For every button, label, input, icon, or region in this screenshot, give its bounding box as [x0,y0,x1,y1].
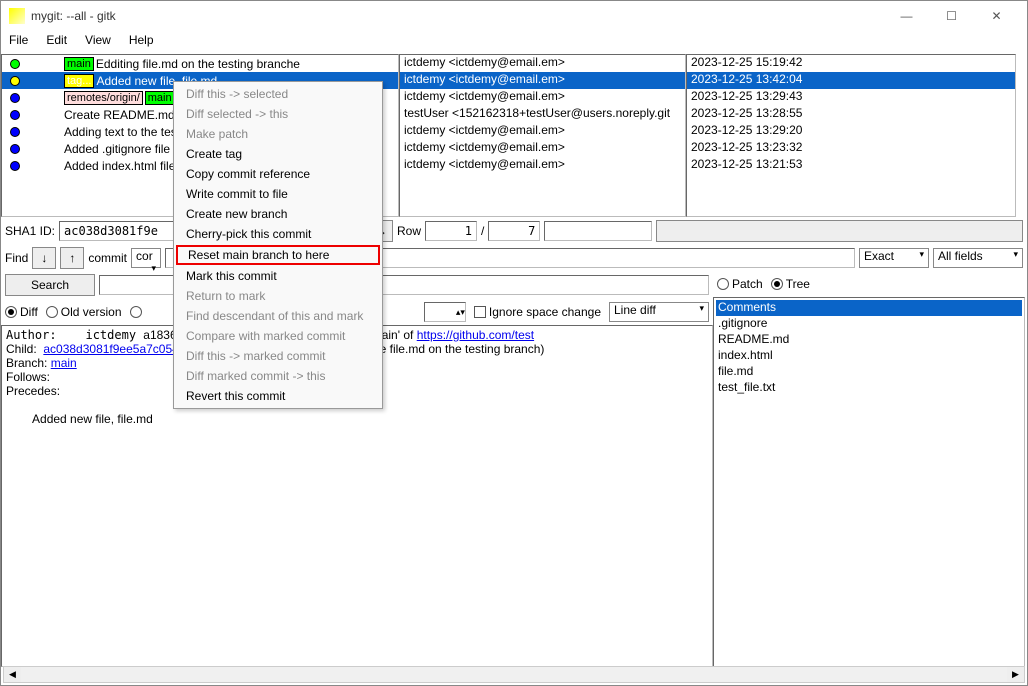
row-label: Row [397,224,421,238]
linediff-select[interactable]: Line diff [609,302,709,322]
author-cell: ictdemy <ictdemy@email.em> [400,123,685,140]
commit-message: Edditing file.md on the testing branche [94,57,398,71]
file-item[interactable]: Comments [716,300,1022,316]
context-menu: Diff this -> selectedDiff selected -> th… [173,81,383,409]
author-cell: ictdemy <ictdemy@email.em> [400,89,685,106]
menu-help[interactable]: Help [129,33,154,51]
ctx-mark-this-commit[interactable]: Mark this commit [174,266,382,286]
date-cell: 2023-12-25 13:42:04 [687,72,1015,89]
ctx-diff-marked-commit-this: Diff marked commit -> this [174,366,382,386]
minimize-button[interactable]: — [884,1,929,31]
ref-badge: main [145,91,175,105]
fields-select[interactable]: All fields [933,248,1023,268]
patch-radio[interactable]: Patch [717,277,763,291]
window-title: mygit: --all - gitk [31,9,884,23]
row-sep: / [481,224,484,238]
horizontal-scrollbar[interactable]: ◀ ▶ [3,666,1025,683]
progress-bar [656,220,1023,242]
ctx-find-descendant-of-this-and-mark: Find descendant of this and mark [174,306,382,326]
find-mode-select[interactable]: cor [131,248,161,268]
scroll-left-icon[interactable]: ◀ [4,667,21,682]
file-list[interactable]: Comments.gitignoreREADME.mdindex.htmlfil… [713,297,1025,667]
menu-file[interactable]: File [9,33,28,51]
file-item[interactable]: index.html [716,348,1022,364]
ctx-compare-with-marked-commit: Compare with marked commit [174,326,382,346]
find-type: commit [88,251,127,265]
ctx-return-to-mark: Return to mark [174,286,382,306]
author-cell: ictdemy <ictdemy@email.em> [400,72,685,89]
url-link[interactable]: https://github.com/test [417,328,534,342]
search-button[interactable]: Search [5,274,95,296]
close-button[interactable]: ✕ [974,1,1019,31]
author-cell: ictdemy <ictdemy@email.em> [400,55,685,72]
ctx-cherry-pick-this-commit[interactable]: Cherry-pick this commit [174,224,382,244]
ignore-space-check[interactable]: Ignore space change [474,305,601,319]
author-cell: testUser <152162318+testUser@users.norep… [400,106,685,123]
row-extra [544,221,652,241]
ctx-diff-selected-this: Diff selected -> this [174,104,382,124]
branch-link[interactable]: main [51,356,77,370]
ref-badge: remotes/origin/ [64,91,143,105]
ref-badge: main [64,57,94,71]
exact-select[interactable]: Exact [859,248,929,268]
date-cell: 2023-12-25 13:28:55 [687,106,1015,123]
file-item[interactable]: test_file.txt [716,380,1022,396]
ref-badge: tag... [64,74,94,88]
tree-radio[interactable]: Tree [771,277,810,291]
date-cell: 2023-12-25 15:19:42 [687,55,1015,72]
menubar: File Edit View Help [1,31,1027,53]
scroll-right-icon[interactable]: ▶ [1007,667,1024,682]
ctx-create-tag[interactable]: Create tag [174,144,382,164]
maximize-button[interactable]: ☐ [929,1,974,31]
menu-view[interactable]: View [85,33,111,51]
oldversion-radio[interactable]: Old version [46,305,122,319]
sha-label: SHA1 ID: [5,224,55,238]
date-cell: 2023-12-25 13:29:43 [687,89,1015,106]
ctx-copy-commit-reference[interactable]: Copy commit reference [174,164,382,184]
row-total [488,221,540,241]
ctx-make-patch: Make patch [174,124,382,144]
ctx-diff-this-selected: Diff this -> selected [174,84,382,104]
menu-edit[interactable]: Edit [46,33,67,51]
find-label: Find [5,251,28,265]
author-cell: ictdemy <ictdemy@email.em> [400,140,685,157]
file-item[interactable]: .gitignore [716,316,1022,332]
context-lines-spinner[interactable]: ▴▾ [424,302,466,322]
find-down-button[interactable]: ↓ [32,247,56,269]
titlebar: mygit: --all - gitk — ☐ ✕ [1,1,1027,31]
app-icon [9,8,25,24]
diff-radio[interactable]: Diff [5,305,38,319]
ctx-diff-this-marked-commit: Diff this -> marked commit [174,346,382,366]
date-list[interactable]: 2023-12-25 15:19:422023-12-25 13:42:0420… [686,54,1016,217]
author-cell: ictdemy <ictdemy@email.em> [400,157,685,174]
ctx-create-new-branch[interactable]: Create new branch [174,204,382,224]
ctx-reset-main-branch-to-here[interactable]: Reset main branch to here [176,245,380,265]
author-list[interactable]: ictdemy <ictdemy@email.em>ictdemy <ictde… [399,54,686,217]
file-item[interactable]: README.md [716,332,1022,348]
ctx-revert-this-commit[interactable]: Revert this commit [174,386,382,406]
find-up-button[interactable]: ↑ [60,247,84,269]
date-cell: 2023-12-25 13:21:53 [687,157,1015,174]
row-current[interactable] [425,221,477,241]
newversion-radio[interactable] [130,306,144,318]
file-item[interactable]: file.md [716,364,1022,380]
ctx-write-commit-to-file[interactable]: Write commit to file [174,184,382,204]
date-cell: 2023-12-25 13:29:20 [687,123,1015,140]
date-cell: 2023-12-25 13:23:32 [687,140,1015,157]
commit-row[interactable]: mainEdditing file.md on the testing bran… [2,55,398,72]
